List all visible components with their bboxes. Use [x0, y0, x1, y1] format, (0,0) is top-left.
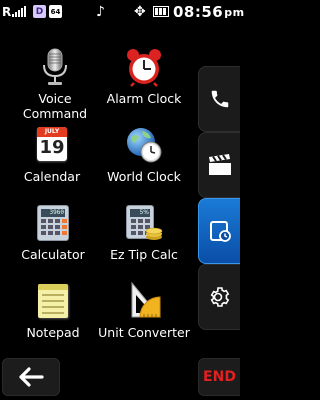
- app-label: World Clock: [107, 169, 181, 184]
- time-ampm: pm: [224, 5, 245, 19]
- calendar-day: 19: [39, 137, 65, 158]
- settings-gear-icon: [210, 287, 229, 307]
- dock-settings-button[interactable]: [198, 264, 240, 330]
- app-world-clock[interactable]: World Clock: [94, 125, 194, 184]
- back-arrow-icon: [19, 367, 44, 387]
- signal-roaming-label: R: [2, 5, 12, 19]
- tools-icon: [209, 221, 231, 242]
- music-note-icon: ♪: [96, 4, 105, 20]
- clock-time: 08:56 pm: [173, 0, 245, 24]
- calendar-month: JULY: [37, 127, 67, 137]
- app-calendar[interactable]: JULY 19 Calendar: [2, 125, 102, 184]
- time-value: 08:56: [173, 3, 224, 21]
- tip-calculator-icon: 5%: [124, 203, 164, 243]
- battery-icon: [153, 6, 169, 17]
- app-calculator[interactable]: 3960 Calculator: [3, 203, 103, 262]
- app-label: Calculator: [21, 247, 85, 262]
- calculator-icon: 3960: [33, 203, 73, 243]
- back-button[interactable]: [2, 358, 60, 396]
- calendar-icon: JULY 19: [32, 125, 72, 165]
- microphone-icon: [35, 47, 75, 87]
- end-button[interactable]: END: [198, 358, 240, 396]
- app-ez-tip-calc[interactable]: 5% Ez Tip Calc: [94, 203, 194, 262]
- status-bar: R D 64 ♪ ✥ 08:56 pm: [0, 0, 244, 24]
- notepad-icon: [33, 281, 73, 321]
- app-label: Notepad: [26, 325, 80, 340]
- dock-tools-button[interactable]: [198, 198, 240, 264]
- data-badge: D: [33, 5, 46, 18]
- app-label: Unit Converter: [98, 325, 190, 340]
- calculator-display: 3960: [41, 209, 65, 217]
- phone-icon: [211, 90, 228, 108]
- world-clock-icon: [124, 125, 164, 165]
- dock-media-button[interactable]: [198, 132, 240, 198]
- dock-phone-button[interactable]: [198, 66, 240, 132]
- app-label: Alarm Clock: [106, 91, 182, 106]
- app-label: Voice Command: [22, 91, 88, 121]
- memory-badge: 64: [49, 5, 62, 18]
- tip-display: 5%: [130, 209, 150, 217]
- gps-icon: ✥: [134, 4, 146, 20]
- app-alarm-clock[interactable]: Alarm Clock: [94, 47, 194, 106]
- clapperboard-icon: [208, 154, 231, 175]
- unit-converter-icon: [124, 281, 164, 321]
- app-label: Ez Tip Calc: [110, 247, 178, 262]
- app-label: Calendar: [23, 169, 81, 184]
- app-notepad[interactable]: Notepad: [3, 281, 103, 340]
- app-unit-converter[interactable]: Unit Converter: [94, 281, 194, 340]
- signal-strength-icon: [12, 5, 28, 17]
- app-voice-command[interactable]: Voice Command: [5, 47, 105, 121]
- alarm-clock-icon: [124, 47, 164, 87]
